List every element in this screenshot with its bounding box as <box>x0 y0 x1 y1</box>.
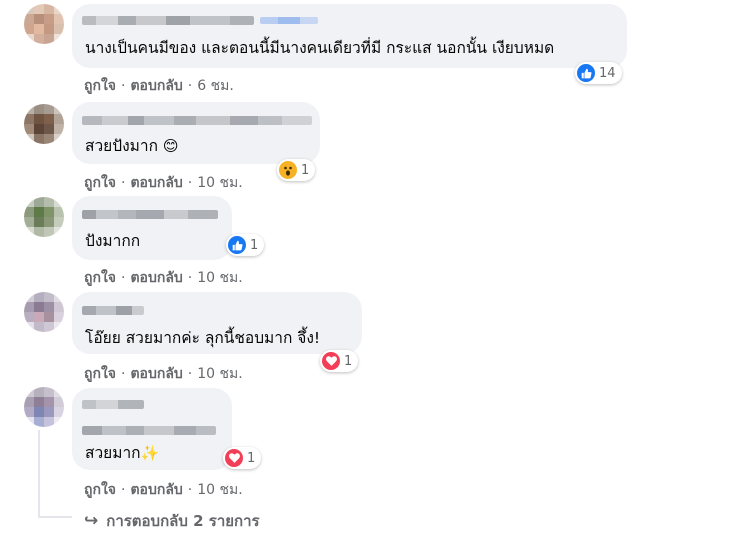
like-reaction-icon <box>228 236 246 254</box>
reply-button[interactable]: ตอบกลับ <box>130 172 182 194</box>
wow-reaction-icon <box>279 161 297 179</box>
like-reaction-icon <box>577 64 595 82</box>
comment-bubble: สวยปังมาก 😊 <box>72 102 320 164</box>
separator: · <box>121 78 126 94</box>
reaction-summary[interactable]: 1 <box>223 447 262 469</box>
reaction-count: 1 <box>344 353 353 369</box>
reply-button[interactable]: ตอบกลับ <box>130 479 182 501</box>
avatar[interactable] <box>24 292 64 332</box>
comment-actions: ถูกใจ · ตอบกลับ · 10 ชม. <box>84 479 243 501</box>
reply-arrow-icon: ↪ <box>84 511 99 531</box>
comment-actions: ถูกใจ · ตอบกลับ · 10 ชม. <box>84 172 243 194</box>
like-button[interactable]: ถูกใจ <box>84 172 116 194</box>
timestamp-link[interactable]: 10 ชม. <box>197 363 242 385</box>
comment-text: นางเป็นคนมีของ และตอนนี้มีนางคนเดียวที่ม… <box>85 39 555 57</box>
timestamp-link[interactable]: 6 ชม. <box>197 75 234 97</box>
author-name-blurred[interactable] <box>82 16 254 25</box>
separator: · <box>187 482 193 498</box>
reply-button[interactable]: ตอบกลับ <box>130 75 182 97</box>
avatar[interactable] <box>24 4 64 44</box>
separator: · <box>187 270 193 286</box>
like-button[interactable]: ถูกใจ <box>84 75 116 97</box>
sparkles-emoji-icon: ✨ <box>140 444 160 462</box>
reaction-summary[interactable]: 1 <box>277 159 316 181</box>
timestamp-link[interactable]: 10 ชม. <box>197 267 242 289</box>
like-button[interactable]: ถูกใจ <box>84 479 116 501</box>
reply-button[interactable]: ตอบกลับ <box>130 363 182 385</box>
separator: · <box>121 175 126 191</box>
separator: · <box>121 270 126 286</box>
reaction-summary[interactable]: 1 <box>320 350 359 372</box>
timestamp-link[interactable]: 10 ชม. <box>197 479 242 501</box>
author-subtitle-blurred <box>82 426 216 435</box>
like-button[interactable]: ถูกใจ <box>84 267 116 289</box>
separator: · <box>121 482 126 498</box>
author-name-blurred[interactable] <box>82 210 218 219</box>
reaction-count: 1 <box>301 162 310 178</box>
love-reaction-icon <box>225 449 243 467</box>
like-button[interactable]: ถูกใจ <box>84 363 116 385</box>
comment-text: ปังมากก <box>85 232 141 250</box>
author-name-blurred[interactable] <box>82 306 144 315</box>
separator: · <box>121 366 126 382</box>
reply-button[interactable]: ตอบกลับ <box>130 267 182 289</box>
reply-thread-connector <box>38 516 72 518</box>
separator: · <box>187 175 193 191</box>
comment-text: สวยปังมาก 😊 <box>85 136 179 156</box>
reply-thread-line <box>38 430 40 518</box>
separator: · <box>187 78 193 94</box>
view-replies-label: การตอบกลับ 2 รายการ <box>106 512 260 530</box>
comment-actions: ถูกใจ · ตอบกลับ · 6 ชม. <box>84 75 234 97</box>
comment-actions: ถูกใจ · ตอบกลับ · 10 ชม. <box>84 363 243 385</box>
love-reaction-icon <box>322 352 340 370</box>
avatar[interactable] <box>24 387 64 427</box>
separator: · <box>187 366 193 382</box>
reaction-summary[interactable]: 1 <box>226 234 265 256</box>
comment-text-label: สวยมาก <box>85 444 141 462</box>
comment-bubble: สวยมาก✨ <box>72 388 232 470</box>
comment-text: โอ๊ยย สวยมากค่ะ ลุกนี้ชอบมาก จึ้ง! <box>85 329 321 347</box>
view-replies-button[interactable]: ↪ การตอบกลับ 2 รายการ <box>84 509 260 533</box>
comment-bubble: โอ๊ยย สวยมากค่ะ ลุกนี้ชอบมาก จึ้ง! <box>72 292 362 354</box>
reaction-count: 1 <box>247 450 256 466</box>
author-badge-blurred <box>260 17 318 24</box>
comment-bubble: ปังมากก <box>72 196 232 260</box>
timestamp-link[interactable]: 10 ชม. <box>197 172 242 194</box>
smiling-face-emoji-icon: 😊 <box>162 137 179 155</box>
avatar[interactable] <box>24 104 64 144</box>
comment-bubble: นางเป็นคนมีของ และตอนนี้มีนางคนเดียวที่ม… <box>72 4 627 68</box>
author-name-blurred[interactable] <box>82 400 144 409</box>
reaction-count: 1 <box>250 237 259 253</box>
author-name-blurred[interactable] <box>82 116 312 125</box>
comment-actions: ถูกใจ · ตอบกลับ · 10 ชม. <box>84 267 243 289</box>
reaction-count: 14 <box>599 65 616 81</box>
comment-text: สวยมาก✨ <box>85 443 159 463</box>
avatar[interactable] <box>24 197 64 237</box>
reaction-summary[interactable]: 14 <box>575 62 622 84</box>
comment-text-label: สวยปังมาก <box>85 137 158 155</box>
